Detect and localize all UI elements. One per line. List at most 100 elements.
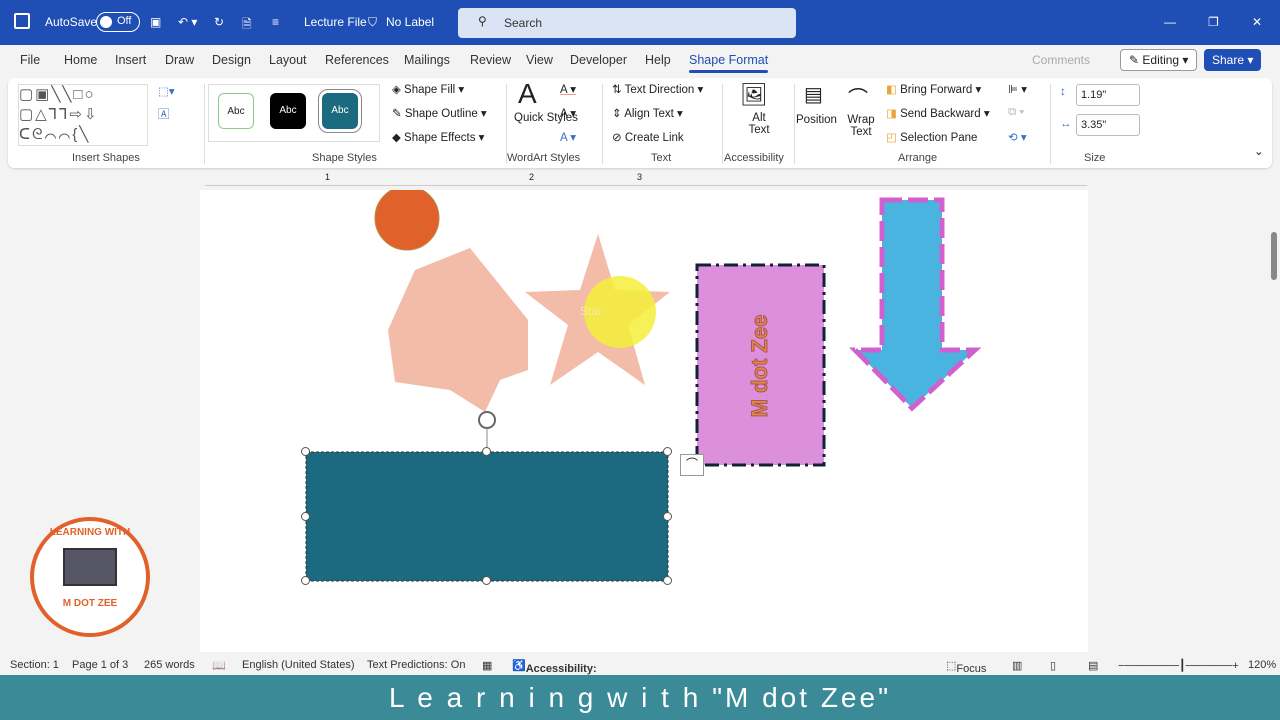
tab-mailings[interactable]: Mailings — [404, 53, 450, 67]
text-fill-icon[interactable]: A ▾ — [560, 82, 576, 96]
shape-outline-button[interactable]: ✎ Shape Outline ▾ — [392, 106, 487, 120]
create-link-button[interactable]: ⊘ Create Link — [612, 130, 684, 144]
text-predictions[interactable]: Text Predictions: On — [367, 659, 465, 671]
rotate-icon[interactable]: ⟲ ▾ — [1008, 130, 1027, 144]
position-button[interactable]: Position — [796, 114, 837, 126]
document-page[interactable]: Star M dot Zee ⌒ — [200, 190, 1088, 652]
wrap-text-icon: ⌒ — [848, 82, 868, 111]
wrap-text-button[interactable]: Wrap Text — [846, 114, 876, 138]
accessibility-status[interactable]: ♿ Accessibility: Investigate — [512, 659, 526, 672]
tab-design[interactable]: Design — [212, 53, 251, 67]
word-count[interactable]: 265 words — [144, 659, 195, 671]
group-shape-styles: Shape Styles — [312, 152, 377, 164]
quick-styles-icon: A — [518, 78, 537, 110]
tab-insert[interactable]: Insert — [115, 53, 146, 67]
sensitivity-label[interactable]: No Label — [386, 15, 434, 29]
tab-review[interactable]: Review — [470, 53, 511, 67]
comments-button[interactable]: Comments — [1032, 53, 1090, 67]
edit-shape-icon[interactable]: ⬚▾ — [158, 84, 175, 98]
shape-effects-button[interactable]: ◆ Shape Effects ▾ — [392, 130, 484, 144]
text-outline-icon[interactable]: A ▾ — [560, 106, 576, 120]
send-backward-button[interactable]: ◨ Send Backward ▾ — [886, 106, 990, 120]
save-icon[interactable]: ▣ — [150, 15, 161, 29]
search-icon: ⚲ — [478, 14, 487, 28]
align-icon[interactable]: ⊫ ▾ — [1008, 82, 1027, 96]
tab-view[interactable]: View — [526, 53, 553, 67]
editing-button[interactable]: ✎ Editing ▾ — [1120, 49, 1197, 71]
print-icon[interactable]: 🗎 — [242, 15, 252, 36]
shapes-canvas — [200, 190, 1088, 652]
tab-developer[interactable]: Developer — [570, 53, 627, 67]
style-outline-green[interactable]: Abc — [218, 93, 254, 129]
shape-fill-button[interactable]: ◈ Shape Fill ▾ — [392, 82, 464, 96]
group-wordart-styles: WordArt Styles — [507, 152, 580, 164]
text-box-icon[interactable]: 🄰 — [158, 106, 170, 122]
tab-shape-format[interactable]: Shape Format — [689, 53, 768, 67]
autosave-label: AutoSave — [45, 15, 97, 29]
tab-draw[interactable]: Draw — [165, 53, 194, 67]
height-input[interactable]: 1.19" — [1076, 84, 1140, 106]
vertical-scrollbar[interactable] — [1268, 190, 1280, 652]
tab-home[interactable]: Home — [64, 53, 97, 67]
resize-handle[interactable] — [663, 447, 672, 456]
tab-file[interactable]: File — [20, 53, 40, 67]
language-indicator[interactable]: English (United States) — [242, 659, 355, 671]
bring-forward-button[interactable]: ◧ Bring Forward ▾ — [886, 82, 981, 96]
section-indicator[interactable]: Section: 1 — [10, 659, 59, 671]
resize-handle[interactable] — [301, 447, 310, 456]
style-black[interactable]: Abc — [270, 93, 306, 129]
print-layout-icon[interactable]: ▯ — [1050, 659, 1056, 672]
share-label: Share — [1212, 53, 1244, 67]
circle-shape — [375, 190, 439, 250]
laptop-icon — [63, 548, 117, 586]
search-box[interactable]: ⚲ Search — [458, 8, 796, 38]
resize-handle[interactable] — [482, 576, 491, 585]
selection-pane-button[interactable]: ◰ Selection Pane — [886, 130, 977, 144]
shape-effects-label: Shape Effects — [404, 132, 475, 144]
selection-pane-label: Selection Pane — [900, 132, 977, 144]
horizontal-ruler[interactable]: 1 2 3 — [205, 172, 1087, 186]
undo-icon[interactable]: ↶ ▾ — [178, 15, 197, 29]
resize-handle[interactable] — [301, 512, 310, 521]
web-layout-icon[interactable]: ▤ — [1088, 659, 1098, 672]
proofing-icon[interactable]: 📖 — [212, 659, 226, 672]
tab-help[interactable]: Help — [645, 53, 671, 67]
search-input[interactable]: Search — [504, 16, 542, 30]
text-direction-button[interactable]: ⇅ Text Direction ▾ — [612, 82, 703, 96]
resize-handle[interactable] — [301, 576, 310, 585]
rotate-handle — [479, 412, 495, 428]
text-effects-icon[interactable]: A ▾ — [560, 130, 576, 144]
autosave-toggle[interactable]: Off — [96, 12, 140, 32]
shapes-gallery[interactable]: ▢▣╲╲□○▢△⅂⅂⇨⇩ᑕᘓ⌒⌒{╲ — [18, 84, 148, 146]
page-indicator[interactable]: Page 1 of 3 — [72, 659, 128, 671]
resize-handle[interactable] — [663, 576, 672, 585]
style-teal[interactable]: Abc — [322, 93, 358, 129]
tab-references[interactable]: References — [325, 53, 389, 67]
customize-icon[interactable]: ≡ — [272, 15, 279, 29]
close-icon[interactable]: ✕ — [1252, 15, 1262, 29]
zoom-slider[interactable]: −───────┃──────+ — [1118, 659, 1239, 672]
ruler-mark-2: 2 — [529, 172, 534, 182]
restore-icon[interactable]: ❐ — [1208, 15, 1219, 29]
collapse-ribbon-icon[interactable]: ⌄ — [1254, 144, 1264, 158]
read-mode-icon[interactable]: ▥ — [1012, 659, 1022, 672]
minimize-icon[interactable]: — — [1164, 15, 1176, 29]
width-input[interactable]: 3.35" — [1076, 114, 1140, 136]
tab-layout[interactable]: Layout — [269, 53, 307, 67]
title-bar: AutoSave Off ▣ ↶ ▾ ↻ 🗎 ≡ Lecture File ⛉ … — [0, 0, 1280, 45]
alt-text-button[interactable]: Alt Text — [744, 112, 774, 136]
ruler-mark-1: 1 — [325, 172, 330, 182]
share-button[interactable]: Share ▾ — [1204, 49, 1261, 71]
macro-icon[interactable]: ▦ — [482, 659, 492, 672]
resize-handle[interactable] — [482, 447, 491, 456]
send-backward-label: Send Backward — [900, 108, 981, 120]
focus-button[interactable]: ⬚ Focus — [946, 659, 956, 672]
redo-icon[interactable]: ↻ — [214, 15, 224, 29]
teal-rectangle-shape — [306, 452, 668, 581]
zoom-level[interactable]: 120% — [1248, 659, 1276, 671]
width-value: 3.35" — [1081, 119, 1106, 131]
resize-handle[interactable] — [663, 512, 672, 521]
align-text-button[interactable]: ⇕ Align Text ▾ — [612, 106, 683, 120]
rectangle-text: M dot Zee — [747, 306, 773, 426]
layout-options-icon[interactable]: ⌒ — [680, 454, 704, 476]
